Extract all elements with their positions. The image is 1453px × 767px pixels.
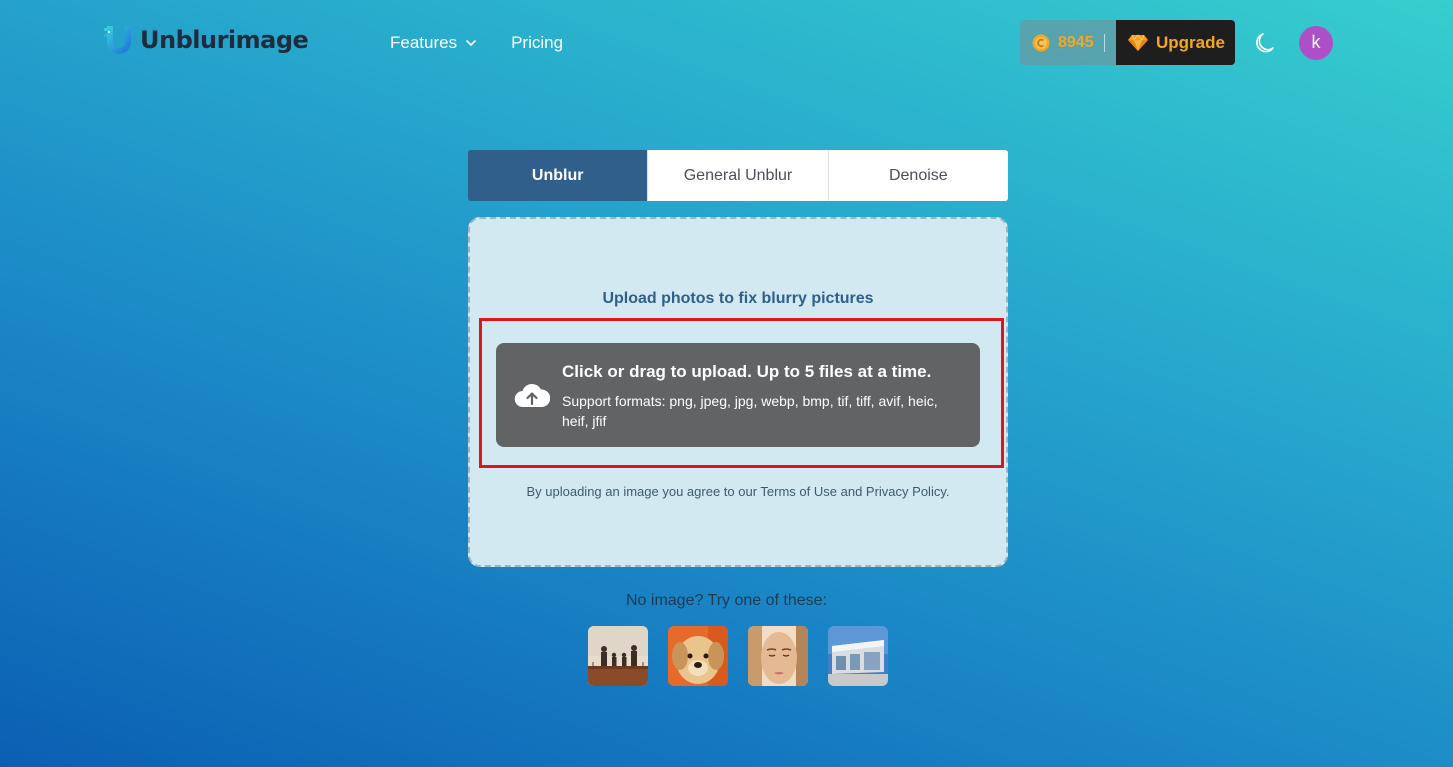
supported-formats: Support formats: png, jpeg, jpg, webp, b… <box>562 393 938 429</box>
sample-thumbnails <box>588 626 888 686</box>
samples-title: No image? Try one of these: <box>626 592 827 609</box>
chevron-down-icon <box>466 40 476 47</box>
tab-general-unblur[interactable]: General Unblur <box>648 150 829 201</box>
tab-unblur[interactable]: Unblur <box>468 150 649 201</box>
coin-icon <box>1032 34 1050 51</box>
terms-of-use-link[interactable]: Terms of Use <box>760 484 837 499</box>
coin-divider <box>1103 33 1105 52</box>
sample-thumb-building[interactable] <box>828 626 888 686</box>
nav-features[interactable]: Features <box>390 33 477 53</box>
sample-thumb-woman[interactable] <box>748 626 808 686</box>
terms-notice: By uploading an image you agree to our T… <box>470 484 1006 499</box>
family-image <box>588 626 648 686</box>
logo-mark-icon <box>104 26 131 54</box>
privacy-policy-link[interactable]: Privacy Policy <box>866 484 946 499</box>
nav-pricing[interactable]: Pricing <box>511 33 563 53</box>
main-nav: Features Pricing <box>390 33 563 53</box>
dropzone-title: Click or drag to upload. Up to 5 files a… <box>562 362 932 381</box>
moon-icon[interactable] <box>1253 31 1277 55</box>
terms-and: and <box>837 484 866 499</box>
account-tools: 8945 Upgrade k <box>1020 20 1333 65</box>
nav-features-label: Features <box>390 33 458 52</box>
building-image <box>828 626 888 686</box>
upload-title: Upload photos to fix blurry pictures <box>602 290 874 307</box>
sample-thumb-family[interactable] <box>588 626 648 686</box>
terms-prefix: By uploading an image you agree to our <box>526 484 761 499</box>
nav-pricing-label: Pricing <box>511 33 564 52</box>
tab-denoise[interactable]: Denoise <box>828 150 1008 201</box>
sample-thumb-puppy[interactable] <box>668 626 728 686</box>
terms-suffix: . <box>945 484 950 499</box>
coin-count: 8945 <box>1058 33 1094 51</box>
logo[interactable]: Unblurimage <box>104 24 309 56</box>
header: Unblurimage Features Pricing 8945 Upgrad… <box>0 0 1453 86</box>
puppy-image <box>668 626 728 686</box>
cloud-upload-icon <box>514 383 550 408</box>
coin-balance[interactable]: 8945 <box>1020 20 1116 65</box>
avatar[interactable]: k <box>1299 25 1333 60</box>
upgrade-button[interactable]: Upgrade <box>1116 20 1235 65</box>
diamond-icon <box>1128 33 1148 51</box>
woman-face-image <box>748 626 808 686</box>
logo-text: Unblurimage <box>140 26 309 54</box>
upload-card: Upload photos to fix blurry pictures Cli… <box>468 217 1008 567</box>
upgrade-label: Upgrade <box>1156 32 1225 52</box>
upload-dropzone[interactable]: Click or drag to upload. Up to 5 files a… <box>496 343 980 447</box>
mode-tabs: Unblur General Unblur Denoise <box>468 150 1008 201</box>
